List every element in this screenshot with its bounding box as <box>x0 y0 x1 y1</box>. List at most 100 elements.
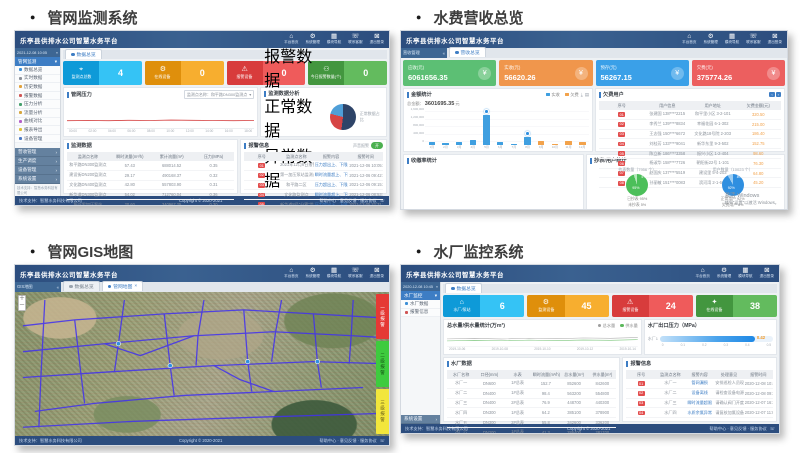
prev-page-button[interactable]: ‹ <box>769 92 774 97</box>
sidebar-item[interactable]: 压力分析 <box>15 100 60 109</box>
table-cell: 陈立新 186****3358 <box>645 149 691 159</box>
sidebar-item[interactable]: 水厂数据 <box>401 300 440 309</box>
alarm-level-2[interactable]: 二级报警 <box>376 341 389 386</box>
table-cell: 2020-12-08 10:45 <box>744 379 773 388</box>
sidebar-item[interactable]: 流量分析 <box>15 109 60 118</box>
zoom-in-button[interactable]: ＋ <box>19 296 25 303</box>
monitor-point-select[interactable]: 监测点名称：和平路DN300监测点▾ <box>184 90 254 99</box>
tick-label: 0.3 <box>724 343 728 348</box>
modules-icon[interactable]: ▦模块导航 <box>327 268 341 279</box>
data-view-icon[interactable]: ▤ <box>585 92 589 98</box>
x-axis-labels: 2019-10-062019-10-082019-10-102019-10-12… <box>447 347 638 352</box>
tab-data-overview[interactable]: 数据总览 <box>65 49 102 59</box>
sidebar-item[interactable]: 曲线对比 <box>15 118 60 127</box>
kpi-card[interactable]: 欠费(元)375774.26¥ <box>692 60 785 86</box>
table-cell: 336200 <box>588 418 616 428</box>
logout-icon[interactable]: ⊠退出登录 <box>760 268 774 279</box>
tab-data-overview[interactable]: 数据总览 <box>63 281 100 291</box>
tab-pipe-map[interactable]: 管网地图× <box>102 281 144 291</box>
sidebar-group[interactable]: 系统设置› <box>15 175 60 184</box>
table-row: 新华道DN300监测点54.02712760.040.36 <box>67 190 234 200</box>
kpi-card[interactable]: ⚠报警设备24 <box>612 295 693 317</box>
modules-icon[interactable]: ▦模块导航 <box>725 34 739 45</box>
table-cell: 刘桂芳 133****9041 <box>645 139 691 149</box>
sidebar-group[interactable]: 设备管理› <box>15 166 60 175</box>
table-cell: 2021年12月6日报警点 <box>279 161 314 170</box>
table-cell: 490168.37 <box>151 170 193 180</box>
kpi-card[interactable]: 应收(元)6061656.35¥ <box>403 60 496 86</box>
column-header: 报警内容 <box>314 152 349 161</box>
home-icon[interactable]: ⌂平台首页 <box>696 268 710 279</box>
collapse-icon[interactable]: « <box>436 285 438 289</box>
card-label: 报警设备 <box>622 307 638 313</box>
home-icon[interactable]: ⌂平台首页 <box>682 34 696 45</box>
app-footer: 技术支持：智慧水务科技有限公司 Copyright © 2020-2021 帮助… <box>15 436 389 445</box>
next-page-button[interactable]: › <box>776 92 781 97</box>
table-cell: 请检查设备电源及通讯状态 <box>714 388 743 398</box>
modules-icon[interactable]: ▦模块导航 <box>327 34 341 45</box>
sidebar-collapsed[interactable]: GIS地图« <box>15 282 61 292</box>
table-row: 02李秀兰 139****8834幸福花园 6-1-302215.00 <box>599 119 781 129</box>
kpi-card[interactable]: ⚙在线设备0 <box>145 61 224 85</box>
card-label: 应收(元) <box>408 65 448 71</box>
sidebar-item[interactable]: 历史数据 <box>15 83 60 92</box>
sidebar-item[interactable]: 设备管理 <box>15 135 60 144</box>
kpi-card[interactable]: ⌂水厂/泵站6 <box>443 295 524 317</box>
logout-icon[interactable]: ⊠退出登录 <box>370 34 384 45</box>
alarm-level-1[interactable]: 一级报警 <box>376 294 389 339</box>
download-icon[interactable]: ⤓ <box>581 92 583 98</box>
table-cell: 01 <box>244 161 279 170</box>
gear-icon[interactable]: ⚙系统管理 <box>306 268 320 279</box>
sidebar-item[interactable]: 报警信息 <box>401 309 440 318</box>
zoom-out-button[interactable]: － <box>19 303 25 310</box>
tab-data-overview[interactable]: 数据总览 <box>445 283 482 293</box>
kpi-card[interactable]: ⌖监测点总数4 <box>63 61 142 85</box>
x-tick-label: 8月 <box>525 145 530 150</box>
kpi-card[interactable]: 实收(元)56620.26¥ <box>499 60 592 86</box>
sound-alarm-toggle[interactable]: 开 <box>371 142 383 149</box>
sidebar-group[interactable]: 系统设置› <box>401 415 440 424</box>
satellite-map[interactable]: ＋ － <box>15 292 389 436</box>
sidebar-item-active[interactable]: 管网监测▾ <box>15 57 60 66</box>
kpi-card[interactable]: ⚙监测设备45 <box>527 295 608 317</box>
panel-title: 管网压力 <box>71 91 92 98</box>
section-title: 水厂监控系统 <box>433 241 523 262</box>
table-row: 和平路DN300监测点57.43688014.520.35 <box>67 161 234 170</box>
item-icon <box>19 77 22 80</box>
home-icon[interactable]: ⌂平台首页 <box>284 268 298 279</box>
service-icon[interactable]: ☏ <box>770 426 775 431</box>
logout-icon[interactable]: ⊠退出登录 <box>370 268 384 279</box>
sidebar-group[interactable]: 营收管理› <box>15 148 60 157</box>
footer-right: 帮助中心 ∙ 意见反馈 ∙ 服务协议 <box>710 426 767 432</box>
logout-icon[interactable]: ⊠退出登录 <box>768 34 782 45</box>
sidebar-item-active[interactable]: 水厂监控▾ <box>401 291 440 300</box>
card-value: 0 <box>181 61 224 85</box>
service-icon[interactable]: ☏ <box>380 438 385 443</box>
table-cell: 152.7 <box>532 379 560 388</box>
phone-icon[interactable]: ☏联系客服 <box>348 34 362 45</box>
tick-label: 10:00 <box>166 129 174 134</box>
sidebar-item[interactable]: 数据总览 <box>15 66 60 75</box>
modules-icon[interactable]: ▦模块导航 <box>738 268 752 279</box>
sidebar-group[interactable]: 生产调度› <box>15 157 60 166</box>
kpi-card[interactable]: 预存(元)56267.15¥ <box>596 60 689 86</box>
gear-icon[interactable]: ⚙系统管理 <box>717 268 731 279</box>
gauge-row-label: 水厂1 <box>648 336 658 342</box>
sidebar-item[interactable]: 报表导出 <box>15 126 60 135</box>
kpi-card[interactable]: ✦在线设备38 <box>696 295 777 317</box>
table-cell: 2#总表 <box>503 418 531 428</box>
sidebar-collapsed[interactable]: 营收管理« <box>401 48 447 58</box>
phone-icon[interactable]: ☏联系客服 <box>348 268 362 279</box>
tick-label: 04:00 <box>108 129 116 134</box>
collapse-icon[interactable]: « <box>56 51 58 55</box>
sidebar-item[interactable]: 实时数据 <box>15 75 60 84</box>
gear-icon[interactable]: ⚙系统管理 <box>704 34 718 45</box>
phone-icon[interactable]: ☏联系客服 <box>746 34 760 45</box>
close-icon[interactable]: × <box>134 284 137 289</box>
card-icon: ⚠ <box>627 299 633 306</box>
sidebar-item[interactable]: 报警数据 <box>15 92 60 101</box>
alarm-level-3[interactable]: 三级报警 <box>376 389 389 434</box>
card-label: 实收(元) <box>504 65 535 71</box>
platform-title: 乐亭县供排水公司智慧水务平台 <box>406 269 504 279</box>
tab-revenue-overview[interactable]: 营收总览 <box>449 47 486 57</box>
